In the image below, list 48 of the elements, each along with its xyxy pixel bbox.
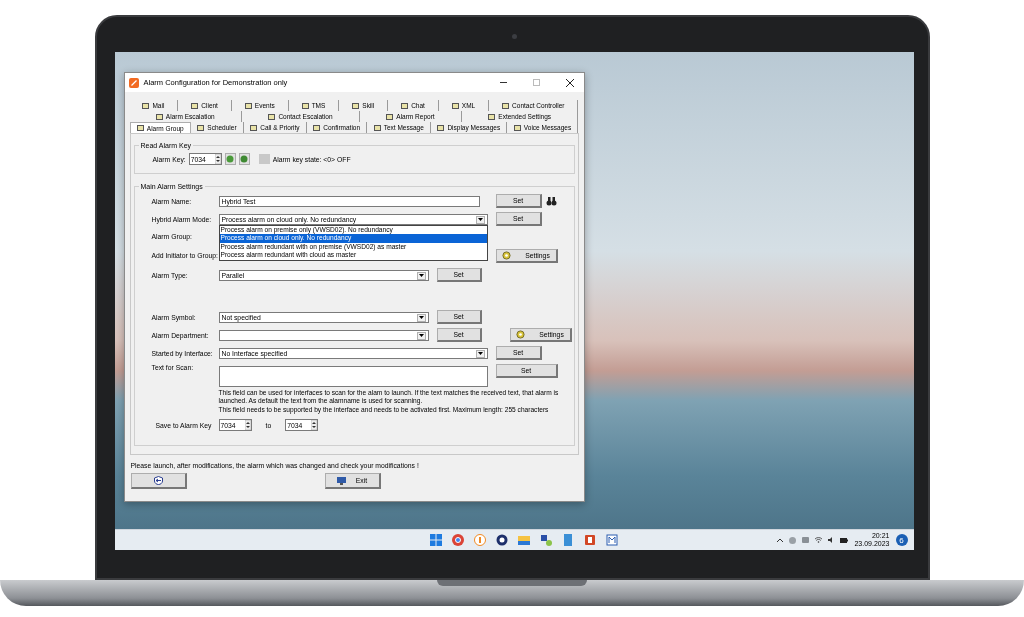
notification-badge[interactable]: 6 (895, 534, 908, 546)
app-icon (128, 77, 139, 88)
tab-icon (437, 124, 445, 131)
circle-app-icon[interactable] (495, 534, 508, 546)
dropdown-arrow-icon[interactable] (416, 313, 426, 322)
presentation-app-icon[interactable] (583, 534, 596, 546)
tab-icon (191, 102, 199, 109)
drive-icon[interactable] (802, 537, 810, 543)
spin-arrows-icon[interactable] (214, 154, 221, 164)
tab-icon (301, 102, 309, 109)
tab-icon (244, 102, 252, 109)
dropdown-arrow-icon[interactable] (475, 215, 485, 224)
dropdown-arrow-icon[interactable] (416, 331, 426, 340)
spin-arrows-icon[interactable] (311, 420, 318, 431)
battery-icon[interactable] (840, 537, 849, 543)
alarm-app-icon[interactable] (605, 534, 618, 546)
refresh-button[interactable] (238, 153, 250, 165)
chevron-up-icon[interactable] (777, 538, 784, 542)
minimize-icon (500, 82, 507, 83)
network-app-icon[interactable] (539, 534, 552, 546)
tab-icon (268, 113, 276, 120)
gear-icon (502, 250, 512, 260)
monitor-icon (336, 476, 346, 485)
gear-icon (516, 330, 526, 339)
tab-icon (513, 124, 521, 131)
speaker-icon[interactable] (828, 537, 835, 543)
tab-icon (451, 102, 459, 109)
document-app-icon[interactable] (561, 534, 574, 546)
start-button[interactable] (429, 534, 442, 546)
back-arrow-icon (153, 476, 163, 485)
dropdown-arrow-icon[interactable] (416, 271, 426, 280)
browser-icon[interactable] (451, 534, 464, 546)
tab-icon (197, 124, 205, 131)
webcam-dot (512, 34, 517, 39)
text-area[interactable] (218, 366, 488, 387)
tab-icon (352, 102, 360, 109)
spin-arrows-icon[interactable] (244, 420, 251, 431)
tab-icon (136, 125, 144, 131)
binoculars-button[interactable] (544, 195, 559, 207)
tab-icon (250, 124, 258, 131)
dropdown-arrow-icon[interactable] (475, 349, 485, 358)
maximize-icon (533, 79, 540, 86)
dropdown[interactable] (218, 329, 429, 341)
tab-icon (313, 124, 321, 131)
folder-icon[interactable] (517, 534, 530, 546)
wifi-icon[interactable] (815, 537, 823, 543)
back-button[interactable] (130, 473, 187, 489)
close-icon (565, 78, 574, 87)
